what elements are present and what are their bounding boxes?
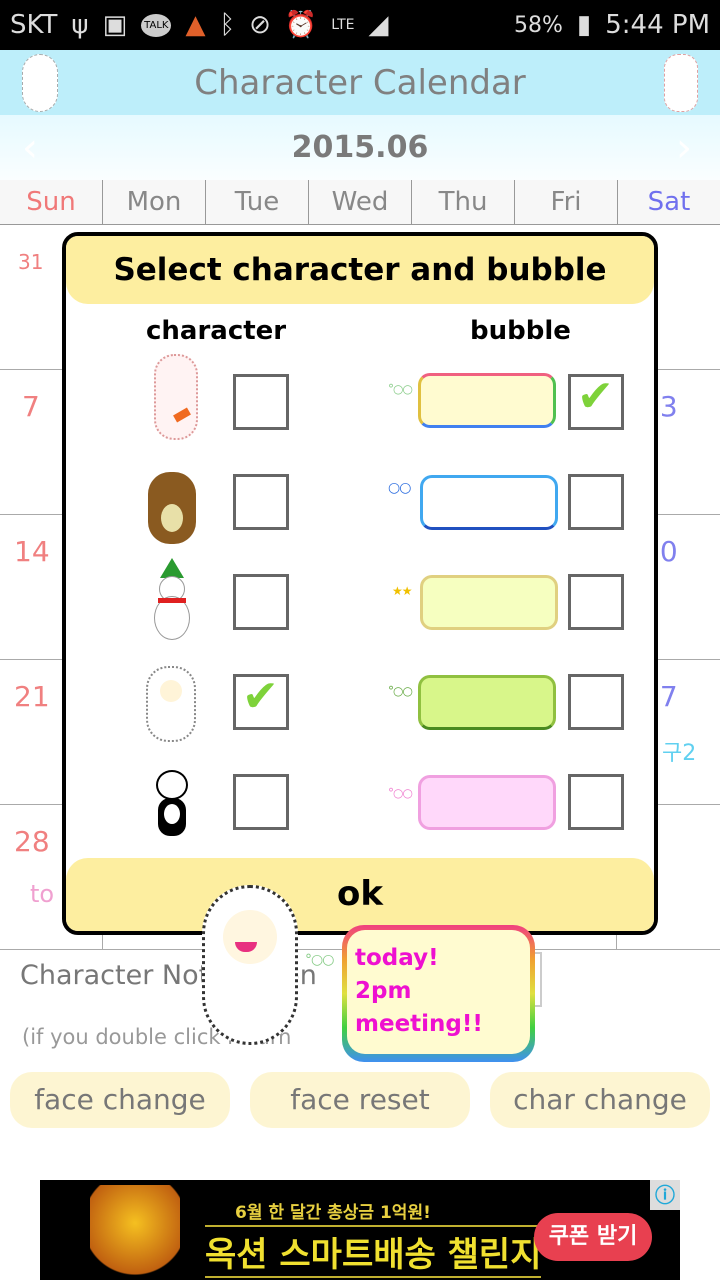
gallery-icon: ▣ xyxy=(102,10,128,40)
usb-icon: ψ xyxy=(71,10,89,40)
ad-line2: 옥션 스마트배송 챌린지 xyxy=(205,1225,542,1278)
bubble-gold-option[interactable] xyxy=(420,575,558,630)
weekday-thu: Thu xyxy=(411,180,514,224)
weekday-header: Sun Mon Tue Wed Thu Fri Sat xyxy=(0,180,720,225)
bubble-dots-icon: °○○ xyxy=(388,382,413,396)
alarm-icon: ⏰ xyxy=(284,10,318,40)
lte-icon: LTE xyxy=(331,17,355,33)
bubble-green-option[interactable] xyxy=(418,675,556,730)
day-cell-31[interactable]: 31 xyxy=(18,250,43,274)
weekday-mon: Mon xyxy=(102,180,205,224)
character-checkbox-panda[interactable] xyxy=(233,774,289,830)
floating-sheep-character[interactable] xyxy=(202,885,298,1045)
day-cell-21[interactable]: 21 xyxy=(14,680,50,713)
clock: 5:44 PM xyxy=(605,10,710,40)
day-cell-7[interactable]: 7 xyxy=(22,390,40,423)
checkmark-icon: ✔ xyxy=(577,371,614,422)
bubble-checkbox-pink[interactable] xyxy=(568,774,624,830)
ad-info-icon[interactable]: ⓘ xyxy=(650,1180,680,1210)
bubble-pink-option[interactable] xyxy=(418,775,556,830)
day-note: 구2 xyxy=(662,741,697,766)
prev-month-icon[interactable]: ‹ xyxy=(22,125,38,171)
battery-label: 58% xyxy=(514,12,563,38)
bubble-line: today! xyxy=(355,945,439,971)
bubble-dots-icon: ○○ xyxy=(388,480,411,496)
coupon-button[interactable]: 쿠폰 받기 xyxy=(534,1213,652,1261)
bubble-dots-icon: °○○ xyxy=(388,786,413,800)
face-change-button[interactable]: face change xyxy=(10,1072,230,1128)
ad-banner[interactable]: 6월 한 달간 총상금 1억원! 옥션 스마트배송 챌린지 쿠폰 받기 ⓘ xyxy=(40,1180,680,1280)
bubble-line: 2pm xyxy=(355,978,412,1004)
app-title: Character Calendar xyxy=(194,62,526,103)
signal-icon: ◢ xyxy=(368,10,389,40)
alert-icon: ▲ xyxy=(185,10,206,40)
bear-character-icon[interactable] xyxy=(148,472,196,544)
character-checkbox-bunny[interactable] xyxy=(233,374,289,430)
char-change-button[interactable]: char change xyxy=(490,1072,710,1128)
snowman-character-icon[interactable] xyxy=(150,558,194,648)
dialog-title: Select character and bubble xyxy=(66,236,654,304)
bubble-dots-icon: °○○ xyxy=(305,952,334,968)
floating-speech-bubble[interactable]: today! 2pm meeting!! xyxy=(342,925,535,1062)
sheep-logo-icon xyxy=(22,54,58,112)
character-checkbox-sheep[interactable]: ✔ xyxy=(233,671,289,730)
bubble-checkbox-blue[interactable] xyxy=(568,474,624,530)
battery-charging-icon: ▮ xyxy=(576,10,592,40)
weekday-tue: Tue xyxy=(205,180,308,224)
bubble-checkbox-gold[interactable] xyxy=(568,574,624,630)
day-cell-14[interactable]: 14 xyxy=(14,535,50,568)
bubble-checkbox-green[interactable] xyxy=(568,674,624,730)
bunny-logo-icon xyxy=(664,54,698,112)
next-month-icon[interactable]: › xyxy=(676,125,692,171)
bunny-character-icon[interactable] xyxy=(154,354,198,440)
bubble-rainbow-option[interactable] xyxy=(418,373,556,428)
mute-icon: ⊘ xyxy=(249,10,271,40)
bubble-checkbox-rainbow[interactable]: ✔ xyxy=(568,371,624,430)
bubble-line: meeting!! xyxy=(355,1011,483,1037)
sheep-character-icon[interactable] xyxy=(146,666,196,742)
character-column-label: character xyxy=(146,316,287,346)
select-dialog: Select character and bubble character bu… xyxy=(62,232,658,935)
month-bar: 2015.06 xyxy=(0,115,720,180)
weekday-sat: Sat xyxy=(617,180,720,224)
face-reset-button[interactable]: face reset xyxy=(250,1072,470,1128)
checkmark-icon: ✔ xyxy=(242,671,279,722)
bubble-dots-icon: °○○ xyxy=(388,684,413,698)
character-checkbox-snowman[interactable] xyxy=(233,574,289,630)
month-label: 2015.06 xyxy=(291,130,429,165)
ad-line1: 6월 한 달간 총상금 1억원! xyxy=(235,1203,431,1223)
bubble-dots-icon: ★★ xyxy=(392,584,412,598)
ok-button[interactable]: ok xyxy=(66,858,654,931)
bubble-column-label: bubble xyxy=(470,316,571,346)
weekday-sun: Sun xyxy=(26,187,76,217)
panda-character-icon[interactable] xyxy=(152,768,192,840)
bluetooth-icon: ᛒ xyxy=(219,10,236,40)
status-bar: SKT ψ ▣ TALK ▲ ᛒ ⊘ ⏰ LTE ◢ 58% ▮ 5:44 PM xyxy=(0,0,720,50)
day-note: to xyxy=(30,880,55,908)
lion-mascot-icon xyxy=(90,1185,180,1280)
day-cell-28[interactable]: 28 xyxy=(14,825,50,858)
bubble-blue-option[interactable] xyxy=(420,475,558,530)
character-checkbox-bear[interactable] xyxy=(233,474,289,530)
app-header: Character Calendar xyxy=(0,50,720,115)
weekday-wed: Wed xyxy=(308,180,411,224)
talk-icon: TALK xyxy=(141,13,172,37)
carrier-label: SKT xyxy=(10,10,58,40)
weekday-fri: Fri xyxy=(514,180,617,224)
